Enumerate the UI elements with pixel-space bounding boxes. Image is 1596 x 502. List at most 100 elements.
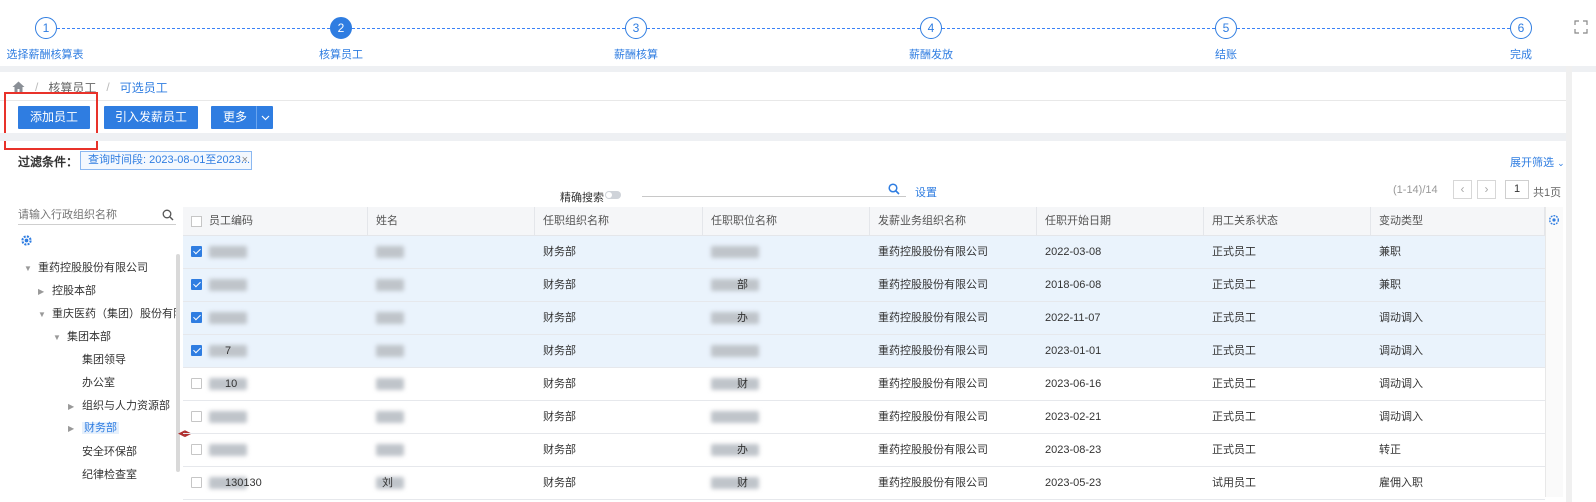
step-1[interactable]: 1 选择薪酬核算表 bbox=[0, 0, 116, 62]
table-cell-org: 财务部 bbox=[543, 411, 576, 423]
caret-down-icon[interactable]: ▼ bbox=[53, 330, 63, 346]
progress-stepper: 1 选择薪酬核算表 2 核算员工 3 薪酬核算 4 薪酬发放 5 结账 6 完成 bbox=[0, 0, 1596, 66]
step-5[interactable]: 5 结账 bbox=[1156, 0, 1296, 62]
step-number: 5 bbox=[1215, 17, 1237, 39]
step-number: 1 bbox=[35, 17, 57, 39]
table-row[interactable]: 财务部 重药控股股份有限公司 2022-03-08 正式员工 兼职 bbox=[183, 236, 1545, 269]
column-header[interactable]: 任职开始日期 bbox=[1037, 207, 1204, 236]
table-row[interactable]: 130130 刘 财务部 财 重药控股股份有限公司 2023-05-23 试用员工 雇佣入职 bbox=[183, 467, 1545, 500]
tree-node[interactable]: ▼ 重药控股股份有限公司 bbox=[24, 260, 148, 276]
caret-right-icon[interactable]: ▶ bbox=[38, 284, 48, 300]
search-icon[interactable] bbox=[162, 209, 174, 221]
fullscreen-icon[interactable] bbox=[1574, 20, 1588, 34]
search-input[interactable] bbox=[642, 181, 882, 196]
filter-tag[interactable]: 查询时间段: 2023-08-01至2023... × bbox=[80, 151, 252, 170]
redacted-block bbox=[209, 246, 247, 259]
tree-node[interactable]: ▼ 集团本部 bbox=[53, 329, 111, 345]
close-icon[interactable]: × bbox=[242, 152, 248, 169]
table-cell-start: 2023-01-01 bbox=[1045, 345, 1102, 357]
tree-node[interactable]: 办公室 bbox=[68, 375, 115, 391]
step-label: 完成 bbox=[1510, 49, 1532, 61]
table-cell-change: 雇佣入职 bbox=[1379, 477, 1423, 489]
table-cell-change: 调动调入 bbox=[1379, 312, 1423, 324]
more-dropdown-button[interactable] bbox=[256, 106, 273, 129]
table-cell-pay-org: 重药控股股份有限公司 bbox=[878, 312, 988, 324]
table-cell-org: 财务部 bbox=[543, 444, 576, 456]
tree-node[interactable]: ▶ 组织与人力资源部 bbox=[68, 398, 170, 414]
table-cell-start: 2022-11-07 bbox=[1045, 312, 1101, 324]
tree-node[interactable]: 纪律检查室 bbox=[68, 467, 137, 483]
org-search-input[interactable] bbox=[18, 206, 156, 223]
table-cell-org: 财务部 bbox=[543, 246, 576, 258]
table-cell-code: 130130 bbox=[201, 467, 368, 500]
table-row[interactable]: 财务部 部 重药控股股份有限公司 2018-06-08 正式员工 兼职 bbox=[183, 269, 1545, 302]
step-number: 6 bbox=[1510, 17, 1532, 39]
caret-right-icon[interactable]: ▶ bbox=[68, 421, 78, 437]
tree-node[interactable]: 安全环保部 bbox=[68, 444, 137, 460]
table-cell-status: 正式员工 bbox=[1212, 411, 1256, 423]
search-icon[interactable] bbox=[888, 183, 900, 195]
table-cell-pay-org: 重药控股股份有限公司 bbox=[878, 378, 988, 390]
expand-filter-link[interactable]: 展开筛选 ⌄ bbox=[1510, 154, 1565, 170]
column-settings-icon[interactable] bbox=[1548, 214, 1560, 226]
tree-node[interactable]: ▶ 控股本部 bbox=[38, 283, 96, 299]
table-cell-change: 转正 bbox=[1379, 444, 1401, 456]
table-cell-status: 正式员工 bbox=[1212, 444, 1256, 456]
step-number: 2 bbox=[330, 17, 352, 39]
step-label: 核算员工 bbox=[319, 49, 363, 61]
search-underline bbox=[642, 196, 906, 197]
cell-text: 办 bbox=[737, 444, 748, 456]
step-6[interactable]: 6 完成 bbox=[1451, 0, 1591, 62]
table-cell-change: 调动调入 bbox=[1379, 378, 1423, 390]
cell-text: 7 bbox=[225, 345, 232, 357]
caret-right-icon[interactable]: ▶ bbox=[68, 399, 78, 415]
org-search-box[interactable] bbox=[18, 206, 176, 225]
cell-text: 刘 bbox=[382, 477, 393, 489]
import-employee-button[interactable]: 引入发薪员工 bbox=[104, 106, 198, 129]
table-cell-start: 2023-06-16 bbox=[1045, 378, 1102, 390]
step-4[interactable]: 4 薪酬发放 bbox=[861, 0, 1001, 62]
step-3[interactable]: 3 薪酬核算 bbox=[566, 0, 706, 62]
column-header[interactable]: 员工编码 bbox=[201, 207, 368, 236]
exact-search-toggle[interactable] bbox=[605, 191, 621, 199]
column-header[interactable]: 姓名 bbox=[368, 207, 535, 236]
cell-text: 财 bbox=[737, 477, 748, 489]
table-cell-name bbox=[368, 269, 535, 302]
tree-node[interactable]: 集团领导 bbox=[68, 352, 126, 368]
gear-icon[interactable] bbox=[20, 234, 33, 247]
filter-label: 过滤条件： bbox=[18, 155, 79, 169]
table-row[interactable]: 财务部 办 重药控股股份有限公司 2022-11-07 正式员工 调动调入 bbox=[183, 302, 1545, 335]
column-header[interactable]: 变动类型 bbox=[1371, 207, 1545, 236]
table-row[interactable]: 7 财务部 重药控股股份有限公司 2023-01-01 正式员工 调动调入 bbox=[183, 335, 1545, 368]
column-header[interactable]: 用工关系状态 bbox=[1204, 207, 1371, 236]
tree-node[interactable]: ▼重庆医药（集团）股份有限公 bbox=[38, 306, 176, 322]
table-cell-position: 部 bbox=[703, 269, 870, 302]
next-page-button[interactable]: › bbox=[1477, 180, 1496, 199]
step-2[interactable]: 2 核算员工 bbox=[271, 0, 411, 62]
caret-down-icon[interactable]: ▼ bbox=[24, 261, 34, 277]
table-cell-code bbox=[201, 269, 368, 302]
tree-node-selected[interactable]: ▶ 财务部 bbox=[68, 420, 119, 436]
cell-text: 10 bbox=[225, 378, 238, 390]
table-row[interactable]: 财务部 重药控股股份有限公司 2023-02-21 正式员工 调动调入 bbox=[183, 401, 1545, 434]
table-cell-start: 2018-06-08 bbox=[1045, 279, 1102, 291]
column-header[interactable]: 发薪业务组织名称 bbox=[870, 207, 1037, 236]
step-label: 结账 bbox=[1215, 49, 1237, 61]
column-header[interactable]: 任职职位名称 bbox=[703, 207, 870, 236]
redacted-block bbox=[376, 246, 404, 259]
table-cell-pay-org: 重药控股股份有限公司 bbox=[878, 246, 988, 258]
prev-page-button[interactable]: ‹ bbox=[1453, 180, 1472, 199]
table-row[interactable]: 财务部 办 重药控股股份有限公司 2023-08-23 正式员工 转正 bbox=[183, 434, 1545, 467]
page-scrollbar[interactable] bbox=[1566, 66, 1572, 502]
table-cell-position: 财 bbox=[703, 467, 870, 500]
table-cell-org: 财务部 bbox=[543, 279, 576, 291]
page-number-input[interactable]: 1 bbox=[1505, 180, 1529, 199]
table-cell-status: 试用员工 bbox=[1212, 477, 1256, 489]
more-button[interactable]: 更多 bbox=[211, 106, 259, 129]
table-row[interactable]: 10 财务部 财 重药控股股份有限公司 2023-06-16 正式员工 调动调入 bbox=[183, 368, 1545, 401]
table-cell-name bbox=[368, 434, 535, 467]
redacted-block bbox=[376, 411, 404, 424]
column-header[interactable]: 任职组织名称 bbox=[535, 207, 703, 236]
search-settings-link[interactable]: 设置 bbox=[915, 184, 937, 200]
caret-down-icon[interactable]: ▼ bbox=[38, 307, 48, 322]
